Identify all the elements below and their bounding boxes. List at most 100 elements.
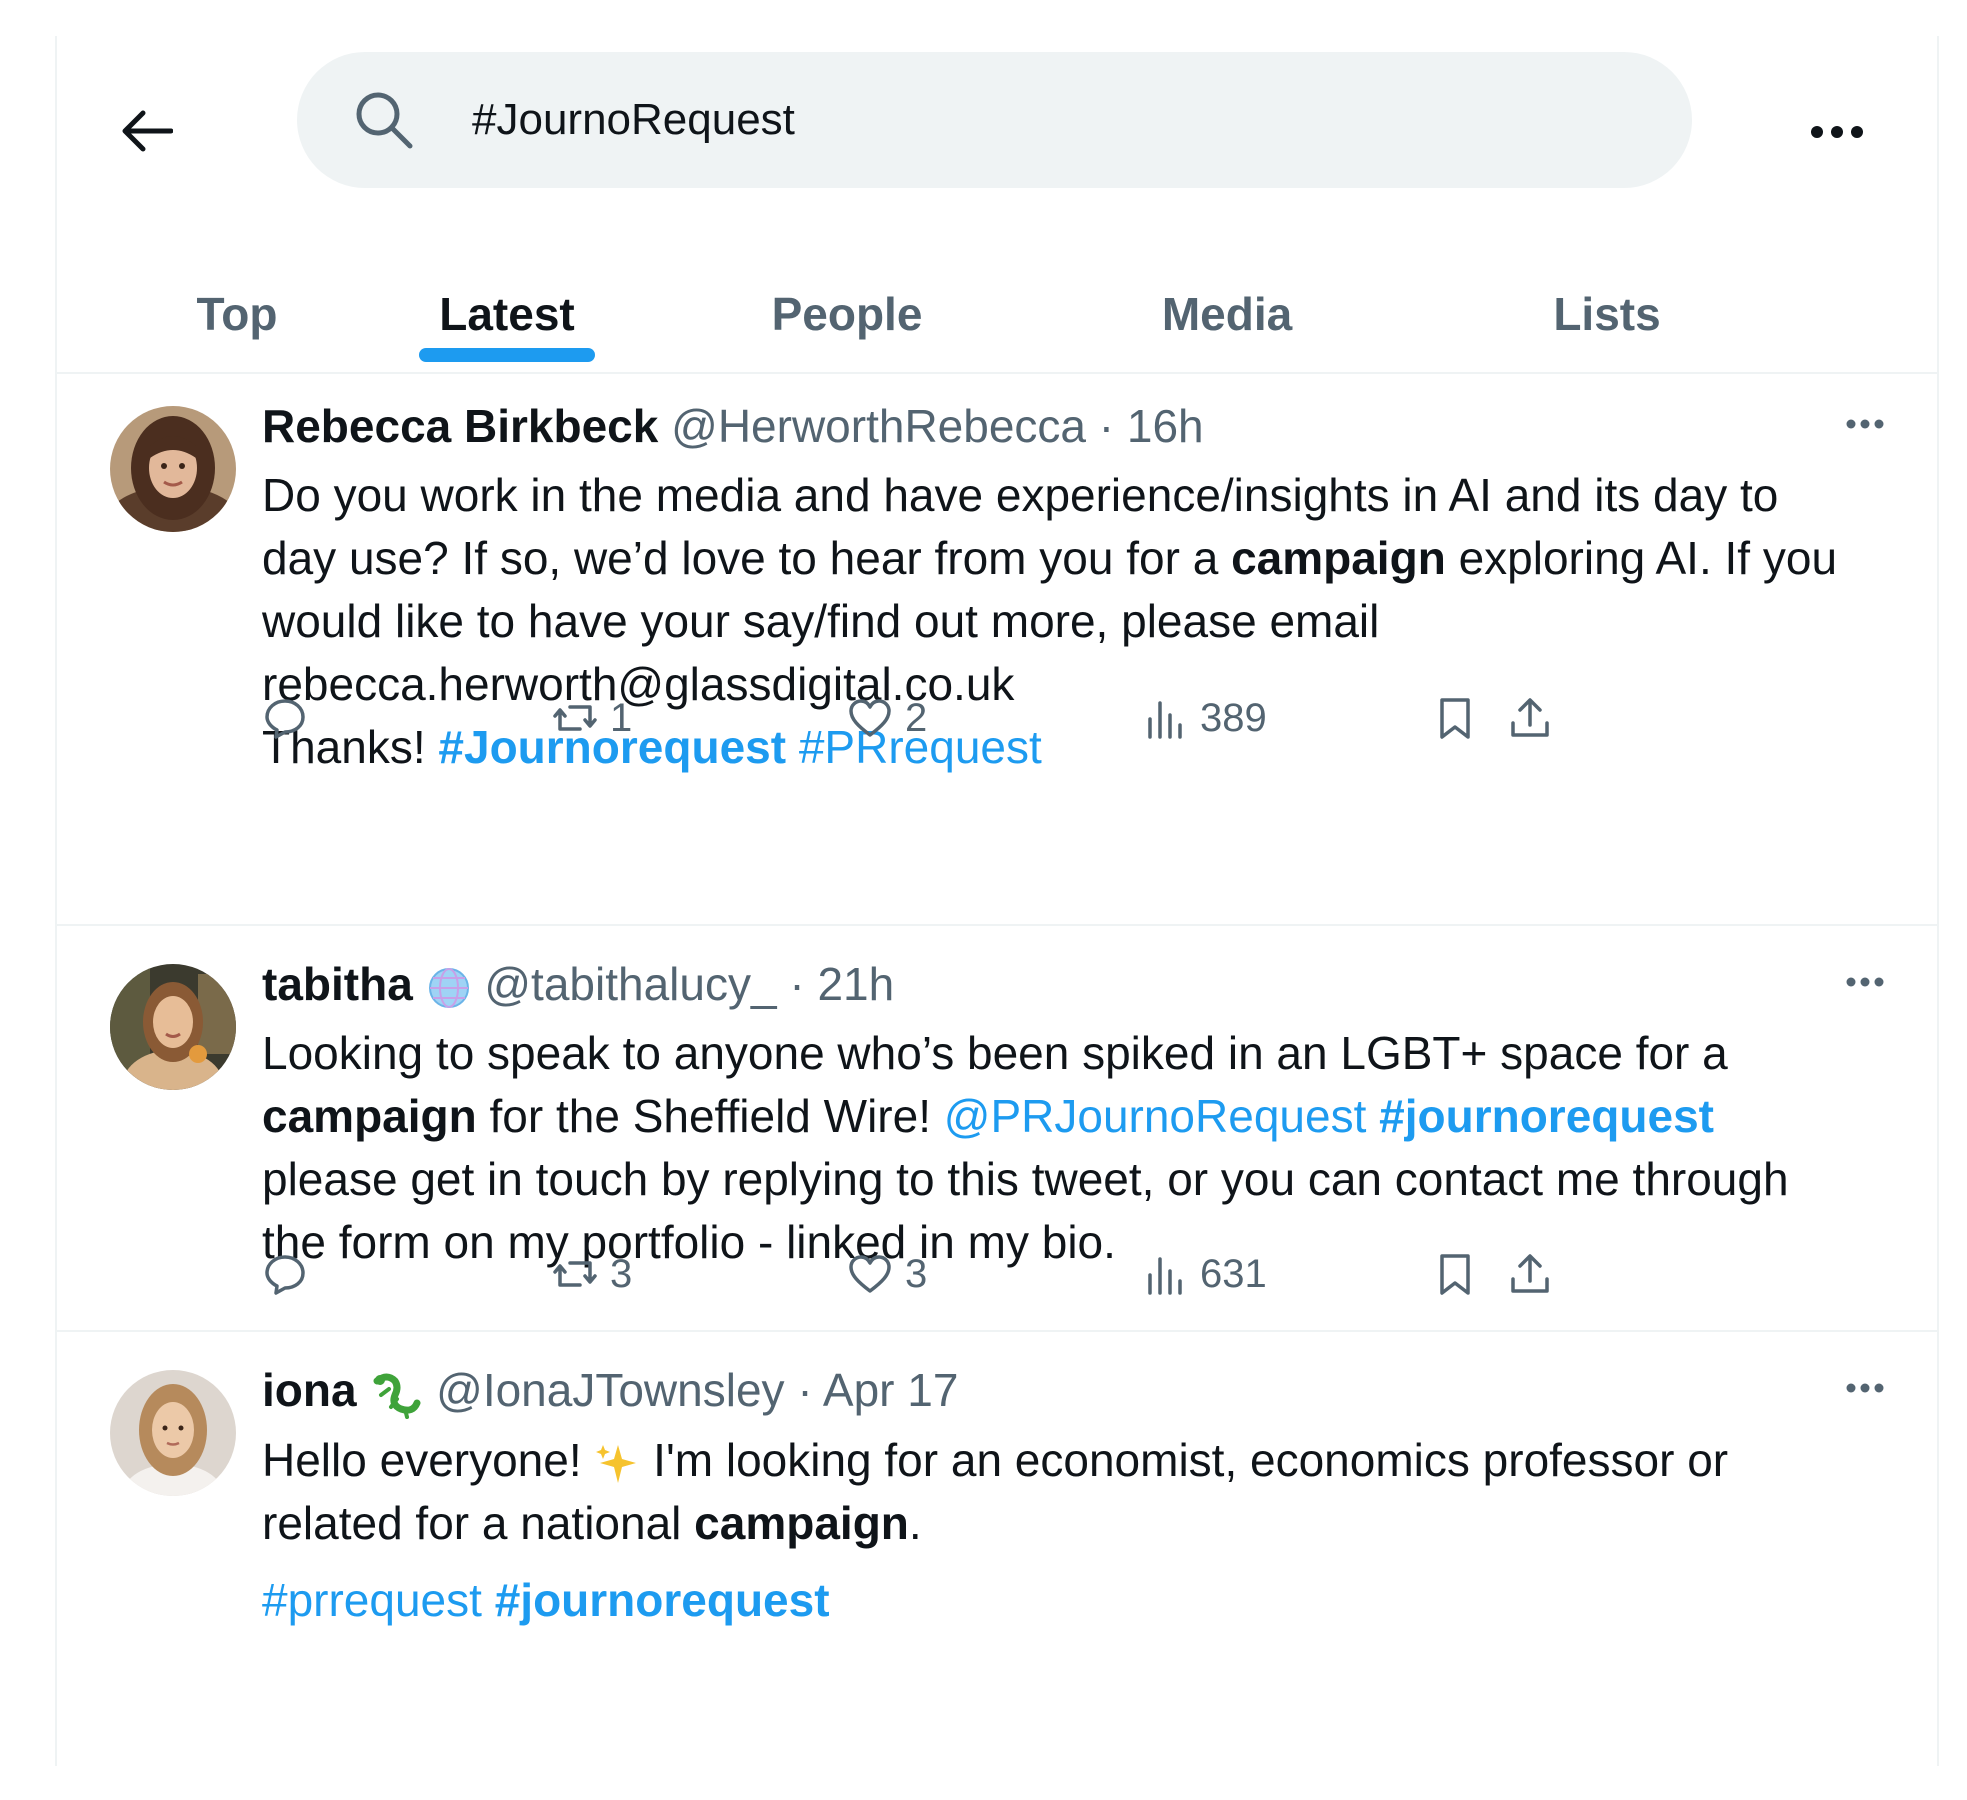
views-button[interactable]: 389 [1142,683,1267,753]
retweet-icon [553,705,597,731]
tweet-content: tabitha @tabithalucy_ · 21h Looking to s… [262,954,1902,1274]
timestamp[interactable]: 16h [1127,400,1204,452]
display-name[interactable]: Rebecca Birkbeck [262,400,658,452]
hashtag-link[interactable]: #journorequest [1379,1090,1714,1142]
back-button[interactable] [112,96,182,166]
tweet-more-button[interactable] [1835,1368,1895,1408]
text-segment: I'm looking for an economist, economics … [640,1433,1729,1486]
lizard-emoji-icon [373,1373,421,1419]
bookmark-icon [1440,1254,1470,1295]
retweets-count: 3 [610,1251,633,1296]
separator-dot: · [776,958,818,1010]
more-horizontal-icon [1811,126,1863,138]
search-input[interactable] [472,52,1622,188]
text-segment: . [908,1496,922,1549]
avatar[interactable] [110,1370,236,1496]
bookmark-button[interactable] [1432,683,1478,753]
views-button[interactable]: 631 [1142,1239,1267,1309]
tweet-header: Rebecca Birkbeck @HerworthRebecca · 16h [262,396,1902,456]
like-button[interactable]: 3 [847,1239,927,1309]
search-box[interactable] [297,52,1692,188]
user-handle[interactable]: @tabithalucy_ [484,958,776,1010]
share-icon [1511,698,1549,737]
globe-emoji-icon [428,967,469,1008]
tab-label: People [771,288,923,340]
more-options-button[interactable] [1797,102,1877,162]
mention-link[interactable]: @PRJournoRequest [944,1090,1367,1142]
retweet-button[interactable]: 3 [552,1239,632,1309]
like-button[interactable]: 2 [847,683,927,753]
tweet[interactable]: iona @IonaJTownsley · Apr 17 Hello every… [57,1330,1937,1766]
timestamp[interactable]: 21h [817,958,894,1010]
views-count: 389 [1200,695,1267,740]
views-count: 631 [1200,1251,1267,1296]
avatar-photo [110,406,236,532]
text-segment [482,1574,495,1626]
separator-dot: · [1086,400,1127,452]
text-segment: related for a national [262,1496,695,1549]
tab-top[interactable]: Top [137,212,337,372]
more-horizontal-icon [1846,1383,1884,1393]
share-button[interactable] [1507,1239,1553,1309]
tweet-text-line: Do you work in the media and have experi… [262,464,1902,527]
tweet-text-line: related for a national campaign. [262,1492,1902,1555]
more-horizontal-icon [1846,419,1884,429]
tweet-content: iona @IonaJTownsley · Apr 17 Hello every… [262,1360,1902,1632]
display-name[interactable]: iona [262,1364,357,1416]
text-segment [1366,1090,1379,1142]
tweet-text: Hello everyone! I'm looking for an econo… [262,1429,1902,1632]
tweet-text-line: Looking to speak to anyone who’s been sp… [262,1022,1902,1085]
tweet[interactable]: tabitha @tabithalucy_ · 21h Looking to s… [57,924,1937,1332]
tab-media[interactable]: Media [1107,212,1347,372]
text-segment: would like to have your say/find out mor… [262,595,1380,647]
tweet-text-line: Hello everyone! I'm looking for an econo… [262,1429,1902,1492]
tweet-more-button[interactable] [1835,404,1895,444]
text-segment: for the Sheffield Wire! [476,1090,944,1142]
likes-count: 2 [905,695,928,740]
share-icon [1511,1254,1549,1293]
highlighted-term: campaign [694,1496,909,1549]
avatar[interactable] [110,964,236,1090]
highlighted-term: campaign [262,1090,477,1142]
highlighted-term: campaign [1231,532,1446,584]
sparkles-emoji-icon [596,1444,637,1483]
hashtag-link[interactable]: #journorequest [495,1574,830,1626]
bookmark-icon [1440,698,1470,739]
tab-label: Lists [1553,288,1661,340]
text-segment: exploring AI. If you [1445,532,1838,584]
user-handle[interactable]: @IonaJTownsley [436,1364,784,1416]
text-segment: please get in touch by replying to this … [262,1153,1789,1205]
reply-button[interactable] [262,1239,320,1309]
tab-lists[interactable]: Lists [1497,212,1717,372]
tweet-text-line: #prrequest #journorequest [262,1569,1902,1632]
bookmark-button[interactable] [1432,1239,1478,1309]
more-horizontal-icon [1846,977,1884,987]
tweet[interactable]: Rebecca Birkbeck @HerworthRebecca · 16h … [57,366,1937,926]
text-segment: Hello everyone! [262,1433,595,1486]
tweet-text-line: campaign for the Sheffield Wire! @PRJour… [262,1085,1902,1148]
timestamp[interactable]: Apr 17 [823,1364,959,1416]
tweet-more-button[interactable] [1835,962,1895,1002]
hashtag-link[interactable]: #prrequest [262,1574,482,1626]
tweet-actions: 3 3 631 [262,1239,1902,1309]
avatar[interactable] [110,406,236,532]
share-button[interactable] [1507,683,1553,753]
separator-dot: · [784,1364,823,1416]
tab-latest[interactable]: Latest [397,212,617,372]
retweet-icon [553,1261,597,1287]
tweet-text-line: please get in touch by replying to this … [262,1148,1902,1211]
views-icon [1148,1257,1182,1295]
reply-button[interactable] [262,683,320,753]
avatar-photo [110,964,236,1090]
tweet-text-line: would like to have your say/find out mor… [262,590,1902,653]
display-name[interactable]: tabitha [262,958,413,1010]
text-segment: Looking to speak to anyone who’s been sp… [262,1027,1728,1079]
retweet-button[interactable]: 1 [552,683,632,753]
avatar-photo [110,1370,236,1496]
tab-label: Latest [439,288,575,340]
tweet-header: tabitha @tabithalucy_ · 21h [262,954,1902,1014]
user-handle[interactable]: @HerworthRebecca [671,400,1086,452]
tab-people[interactable]: People [717,212,977,372]
tab-label: Media [1161,288,1293,340]
search-tabs: Top Latest People Media Lists [57,212,1937,374]
